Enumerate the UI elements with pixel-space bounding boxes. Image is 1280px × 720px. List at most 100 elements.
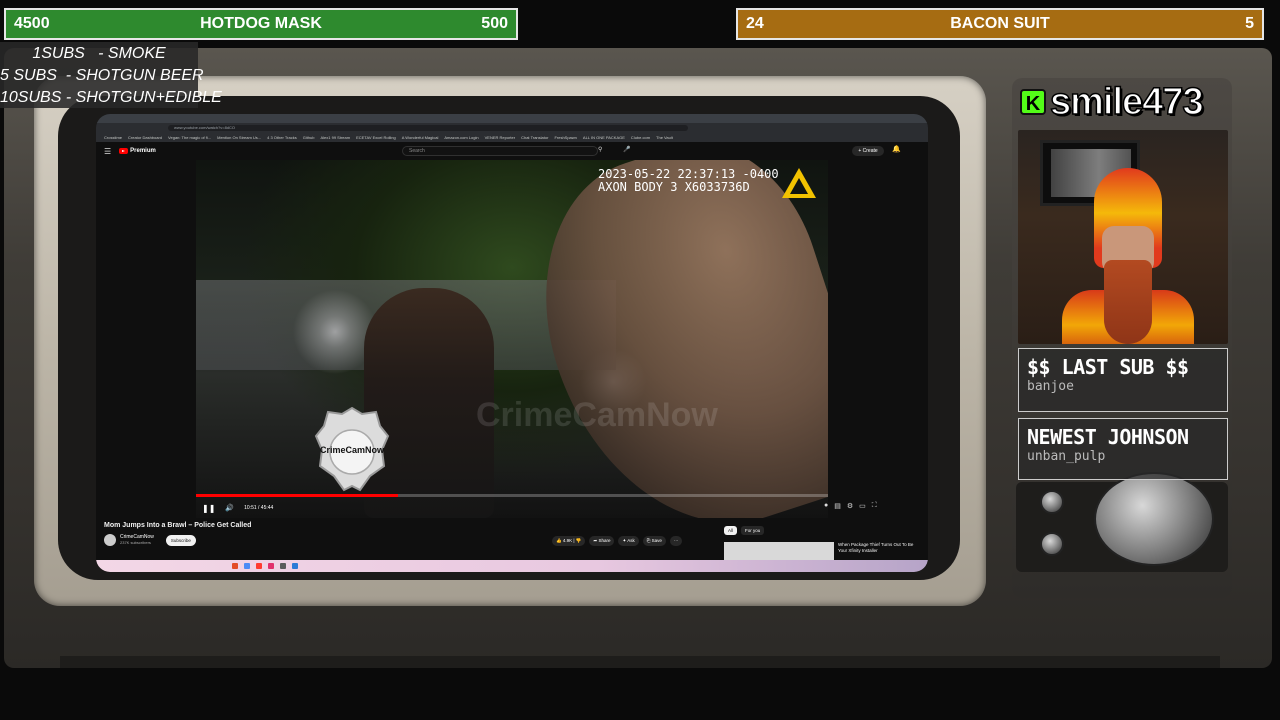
- taskbar-app-icon[interactable]: [256, 563, 262, 569]
- tv-screen-browser: www.youtube.com/watch?v=8dCO Crosstime C…: [96, 114, 928, 572]
- sub-rule-line: 5 SUBS - SHOTGUN BEER: [0, 67, 204, 84]
- captions-icon[interactable]: ▤: [834, 502, 841, 510]
- tv-knob-brightness: [1040, 490, 1064, 514]
- webcam-beard: [1104, 260, 1152, 344]
- last-sub-value: banjoe: [1027, 379, 1074, 394]
- tv-knob-contrast: [1040, 532, 1064, 556]
- youtube-play-icon: [119, 148, 129, 154]
- more-button[interactable]: ···: [669, 536, 683, 546]
- sub-rule-line: 10SUBS - SHOTGUN+EDIBLE: [0, 89, 222, 106]
- channel-row: CrimeCamNow 237K subscribers Subscribe: [104, 534, 196, 546]
- bookmark-item[interactable]: Chat Translator: [521, 135, 548, 140]
- video-progress-bar[interactable]: [196, 494, 828, 497]
- create-button[interactable]: + Create: [852, 146, 884, 156]
- bookmark-item[interactable]: A Wonderful Magical: [402, 135, 439, 140]
- video-title: Mom Jumps Into a Brawl – Police Get Call…: [104, 522, 252, 529]
- settings-gear-icon[interactable]: ⚙: [847, 502, 853, 510]
- goal-title: BACON SUIT: [950, 15, 1050, 32]
- browser-address-bar: www.youtube.com/watch?v=8dCO: [96, 123, 928, 133]
- bookmarks-bar: Crosstime Creator Dashboard Vegan: The m…: [96, 133, 928, 142]
- autoplay-toggle-icon[interactable]: ●: [824, 502, 828, 510]
- save-label: Save: [651, 538, 662, 543]
- search-input[interactable]: Search: [402, 146, 598, 156]
- goal-current: 4500: [14, 15, 50, 32]
- share-label: Share: [598, 538, 611, 543]
- share-button[interactable]: ➦ Share: [589, 536, 615, 546]
- bookmark-item[interactable]: Alex1 99 Stream: [321, 135, 351, 140]
- related-thumbnail[interactable]: [724, 542, 834, 560]
- sub-rule-line: 1SUBS - SMOKE: [32, 45, 166, 62]
- fullscreen-icon[interactable]: ⛶: [872, 502, 877, 510]
- youtube-logo[interactable]: Premium: [119, 148, 156, 154]
- menu-icon[interactable]: ☰: [104, 147, 111, 156]
- newest-johnson-value: unban_pulp: [1027, 449, 1106, 464]
- bookmark-item[interactable]: Mention On Stream Us...: [217, 135, 261, 140]
- taskbar-app-icon[interactable]: [268, 563, 274, 569]
- bookmark-item[interactable]: Clube.com: [631, 135, 650, 140]
- bookmark-item[interactable]: ECETAV Excel Rolling: [356, 135, 396, 140]
- chip-all[interactable]: All: [724, 526, 738, 535]
- taskbar-app-icon[interactable]: [280, 563, 286, 569]
- streamer-name: smile473: [1049, 81, 1204, 123]
- bookmark-item[interactable]: The Vault: [656, 135, 673, 140]
- url-input[interactable]: www.youtube.com/watch?v=8dCO: [168, 125, 688, 131]
- youtube-header: ☰ Premium Search ⚲ 🎤 + Create 🔔: [96, 142, 928, 160]
- channel-avatar[interactable]: [104, 534, 116, 546]
- theater-mode-icon[interactable]: ▭: [859, 502, 866, 510]
- bookmark-item[interactable]: Creator Dashboard: [128, 135, 162, 140]
- channel-watermark: CrimeCamNow: [476, 396, 718, 434]
- filter-chips: All For you: [724, 526, 765, 535]
- pause-icon[interactable]: ❚❚: [202, 504, 215, 513]
- kick-logo-icon: K: [1020, 89, 1046, 115]
- taskbar-app-icon[interactable]: [292, 563, 298, 569]
- create-label: Create: [862, 148, 878, 154]
- badge-channel-label: CrimeCamNow: [319, 445, 384, 455]
- sub-rules-overlay: 1SUBS - SMOKE 5 SUBS - SHOTGUN BEER 10SU…: [0, 42, 222, 108]
- video-progress-fill: [196, 494, 399, 497]
- bookmark-item[interactable]: Vegan: The magic of fi...: [168, 135, 211, 140]
- os-taskbar: [96, 560, 928, 572]
- bookmark-item[interactable]: FreshSpawn: [554, 135, 576, 140]
- streamer-name-banner: K smile473: [1020, 80, 1204, 124]
- ask-button[interactable]: ✦ Ask: [618, 536, 639, 546]
- video-time: 10:51 / 45:44: [244, 505, 274, 511]
- save-button[interactable]: ⎘ Save: [642, 536, 666, 546]
- bookmark-item[interactable]: 4 3 Other Tracks: [267, 135, 297, 140]
- bookmark-item[interactable]: Crosstime: [104, 135, 122, 140]
- player-right-controls: ● ▤ ⚙ ▭ ⛶: [824, 502, 877, 510]
- microphone-icon[interactable]: 🎤: [623, 146, 630, 153]
- newest-johnson-box: NEWEST JOHNSON unban_pulp: [1018, 418, 1228, 480]
- chip-for-you[interactable]: For you: [741, 526, 765, 535]
- last-sub-label: $$ LAST SUB $$: [1027, 355, 1189, 379]
- webcam-feed: [1018, 130, 1228, 344]
- goal-bar-hotdog-mask: 4500 HOTDOG MASK 500: [4, 8, 518, 40]
- bookmark-item[interactable]: Github: [303, 135, 315, 140]
- channel-info: CrimeCamNow 237K subscribers: [120, 534, 154, 546]
- subscribe-button[interactable]: Subscribe: [165, 534, 196, 546]
- ask-label: Ask: [627, 538, 635, 543]
- video-actions: 👍 4.9K | 👎 ➦ Share ✦ Ask ⎘ Save ···: [552, 536, 683, 546]
- video-player[interactable]: 2023-05-22 22:37:13 -0400 AXON BODY 3 X60…: [196, 160, 828, 518]
- taskbar-app-icon[interactable]: [232, 563, 238, 569]
- notifications-bell-icon[interactable]: 🔔: [892, 145, 901, 153]
- volume-icon[interactable]: 🔊: [225, 504, 234, 512]
- search-icon[interactable]: ⚲: [598, 146, 602, 153]
- newest-johnson-label: NEWEST JOHNSON: [1027, 425, 1189, 449]
- like-button[interactable]: 👍 4.9K | 👎: [552, 536, 586, 546]
- taskbar-app-icon[interactable]: [244, 563, 250, 569]
- tv-base: [60, 656, 1220, 668]
- bookmark-item[interactable]: ALL IN ONE PACKAGE: [583, 135, 625, 140]
- axon-triangle-icon: [782, 168, 816, 198]
- goal-current: 24: [746, 15, 764, 32]
- goal-title: HOTDOG MASK: [200, 15, 322, 32]
- video-controls: ❚❚ 🔊 10:51 / 45:44: [196, 500, 828, 516]
- bookmark-item[interactable]: Amazon.com Login: [444, 135, 478, 140]
- goal-bar-bacon-suit: 24 BACON SUIT 5: [736, 8, 1264, 40]
- video-frame-arm: [504, 160, 828, 518]
- goal-target: 5: [1245, 15, 1254, 32]
- bodycam-timestamp: 2023-05-22 22:37:13 -0400 AXON BODY 3 X60…: [598, 168, 779, 194]
- goal-target: 500: [481, 15, 508, 32]
- browser-tab-bar[interactable]: [96, 114, 928, 123]
- bookmark-item[interactable]: VENER Reporter: [485, 135, 515, 140]
- bodycam-timestamp-line: AXON BODY 3 X6033736D: [598, 180, 750, 194]
